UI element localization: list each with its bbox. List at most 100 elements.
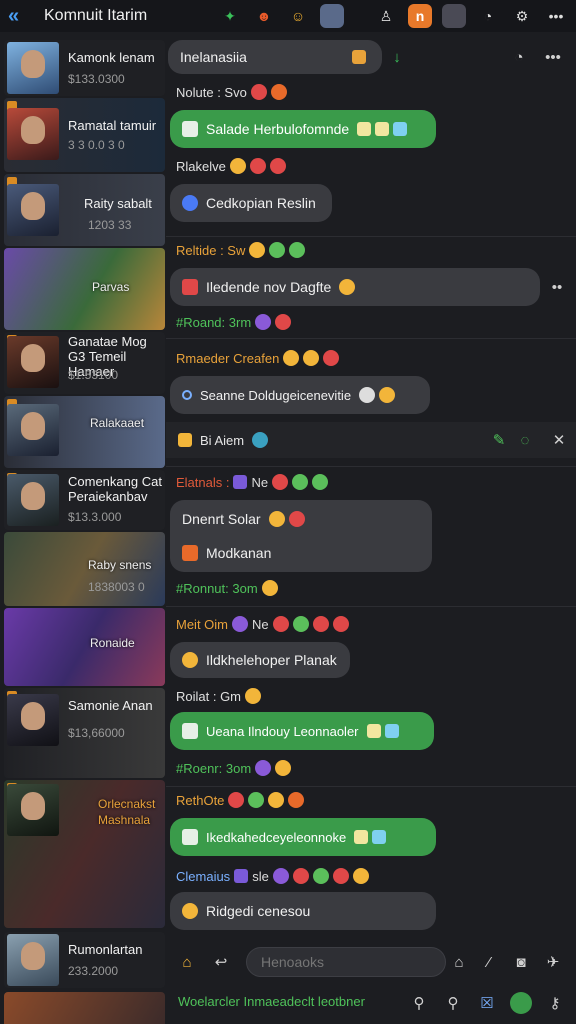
emoji-icon (249, 158, 266, 174)
bookmark-icon (182, 723, 198, 739)
message-bubble[interactable]: Ridgedi cenesou (170, 892, 436, 930)
emoji-icon (269, 158, 286, 174)
emoji-icon (289, 242, 306, 258)
list-item[interactable]: Samonie Anan $13,66000 (4, 688, 165, 778)
message-bubble[interactable]: Ildkhelehoper Planak (170, 642, 350, 678)
online-icon[interactable] (510, 992, 532, 1014)
list-item[interactable]: Parvas (4, 248, 165, 330)
list-item-sub: $1:53100 (68, 368, 119, 382)
message-bubble[interactable]: Iledende nov Dagfte (170, 268, 540, 306)
tag-icon[interactable]: n (408, 4, 432, 28)
avatar (7, 694, 59, 746)
avatar (7, 784, 59, 836)
list-item-name: Raity sabalt (84, 196, 152, 211)
box-icon[interactable]: ☒ (476, 992, 498, 1014)
conversation-list: Kamonk lenam $133.0300 Ramatal tamuir 3 … (0, 36, 165, 1024)
message-author: Reltide : Sw (176, 242, 306, 258)
list-item[interactable]: Kamonk lenam $133.0300 (4, 40, 165, 96)
send-icon[interactable]: ✈ (542, 951, 564, 973)
list-item[interactable]: Ronaide (4, 608, 165, 686)
reaction-icons (339, 279, 356, 295)
list-item-caption: Raby snens (88, 558, 152, 572)
camera-icon[interactable]: ◙ (510, 951, 532, 973)
list-item-name: Kamonk lenam (68, 50, 155, 65)
avatar (7, 184, 59, 236)
emoji-icon (275, 314, 292, 330)
list-item[interactable]: Rumonlartan 233.2000 (4, 932, 165, 988)
spinner-icon (182, 390, 192, 400)
message-author: Rlakelve (176, 158, 286, 174)
shield-icon[interactable]: ◌ (514, 429, 536, 451)
pinned-bubble[interactable]: Inelanasiia (168, 40, 382, 74)
lightning-icon[interactable] (178, 433, 192, 447)
settings-icon[interactable]: ⚙ (510, 4, 534, 28)
message-author: #Roenr: 3om (176, 760, 292, 776)
message-author: Elatnals : Ne (176, 474, 329, 490)
message-input[interactable] (246, 947, 446, 977)
emoji-icon (283, 350, 300, 366)
list-item-sub: 233.2000 (68, 964, 119, 978)
list-item-sub: 3 3 0.0 3 0 (68, 138, 125, 152)
list-item[interactable]: Comenkang Cat Peraiekanbav $13.3.000 (4, 470, 165, 530)
star-icon (182, 545, 198, 561)
avatar (7, 42, 59, 94)
list-item[interactable]: Raby snens 1838003 0 (4, 532, 165, 606)
emoji-icon (182, 652, 198, 668)
emoji-icon (245, 688, 262, 704)
clock-icon[interactable]: ◔ (476, 4, 500, 28)
list-item-name: Comenkang Cat Peraiekanbav (68, 474, 162, 504)
message-author: Meit Oim Ne (176, 616, 349, 632)
message-bubble[interactable]: Seanne Doldugeicenevitie (170, 376, 430, 414)
down-arrow-icon[interactable]: ↓ (386, 46, 408, 68)
list-item[interactable]: Raity sabalt 1203 33 (4, 174, 165, 246)
list-item[interactable]: Ramatal tamuir 3 3 0.0 3 0 (4, 98, 165, 172)
list-item-sub: $13,66000 (68, 726, 125, 740)
list-item[interactable]: Ralakaaet (4, 396, 165, 468)
message-author: Roilat : Gm (176, 688, 262, 704)
list-item[interactable] (4, 992, 165, 1024)
list-item-sub: $13.3.000 (68, 510, 122, 524)
pinned-text: Inelanasiia (180, 49, 247, 65)
avatar (7, 474, 59, 526)
mask-icon[interactable]: ☻ (252, 4, 276, 28)
search-icon[interactable]: ⚲ (408, 992, 430, 1014)
zoom-icon[interactable]: ⚲ (442, 992, 464, 1014)
list-item[interactable]: Ganatae Mog G3 Temeil Hamaer $1:53100 (4, 332, 165, 394)
react-icon[interactable]: ◔ (508, 46, 530, 68)
emoji-icon (269, 242, 286, 258)
message-bubble[interactable]: Dnenrt Solar Modkanan (170, 500, 432, 572)
list-item[interactable]: Orlecnakst Mashnala (4, 780, 165, 928)
divider (166, 338, 576, 339)
list-item-sub: 1838003 0 (88, 580, 145, 594)
home-icon[interactable]: ⌂ (176, 951, 198, 973)
reaction-icons (366, 724, 399, 738)
face-icon[interactable]: ☺ (286, 4, 310, 28)
divider (166, 236, 576, 237)
avatar-icon[interactable] (320, 4, 344, 28)
more-icon[interactable]: ••• (544, 4, 568, 28)
reply-icon[interactable]: ↩ (210, 951, 232, 973)
attach-icon[interactable]: ⌂ (448, 951, 470, 973)
key-icon[interactable]: ⚷ (544, 992, 566, 1014)
message-bubble[interactable]: Ikedkahedceyeleonnoke (170, 818, 436, 856)
link-icon[interactable]: ⁄ (478, 951, 500, 973)
message-bubble[interactable]: Salade Herbulofomnde (170, 110, 436, 148)
top-bar: « Komnuit Itarim ✦ ☻ ☺ ♙ n ◔ ⚙ ••• (0, 0, 576, 32)
message-author: Nolute : Svo (176, 84, 287, 100)
person-icon[interactable]: ♙ (374, 4, 398, 28)
profile-icon[interactable] (442, 4, 466, 28)
reaction-icons (359, 387, 396, 403)
edit-icon[interactable]: ✎ (488, 429, 510, 451)
message-bubble[interactable]: Cedkopian Reslin (170, 184, 332, 222)
divider (166, 466, 576, 467)
reaction-icons (357, 122, 408, 136)
more-icon[interactable]: •• (546, 276, 568, 298)
action-label: Bi Aiem (200, 432, 245, 448)
more-icon[interactable]: ••• (542, 46, 564, 68)
sparkle-icon[interactable]: ✦ (218, 4, 242, 28)
reaction-icons (354, 830, 387, 844)
emoji-icon (229, 158, 246, 174)
back-icon[interactable]: « (8, 5, 30, 27)
message-bubble[interactable]: Ueana Ilndouy Leonnaoler (170, 712, 434, 750)
close-icon[interactable]: ✕ (548, 429, 570, 451)
